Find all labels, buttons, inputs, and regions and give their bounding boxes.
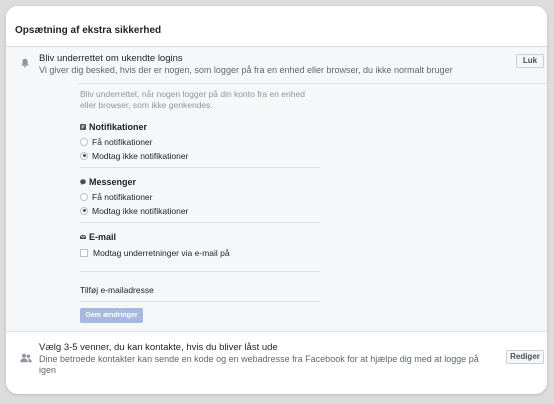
email-option[interactable]: Modtag underretninger via e-mail på: [80, 248, 230, 258]
messenger-option-on[interactable]: Få notifikationer: [80, 192, 152, 202]
messenger-icon: [80, 178, 86, 185]
settings-header: Opsætning af ekstra sikkerhed: [6, 6, 547, 47]
divider: [78, 83, 547, 84]
divider: [80, 167, 320, 168]
notifications-section-title: Notifikationer: [80, 122, 147, 132]
trusted-contacts-subtitle: Dine betroede kontakter kan sende en kod…: [39, 354, 479, 375]
save-changes-button[interactable]: Gem ændringer: [80, 308, 143, 323]
page-title: Opsætning af ekstra sikkerhed: [15, 25, 162, 36]
divider: [80, 271, 320, 272]
messenger-option-off[interactable]: Modtag ikke notifikationer: [80, 206, 188, 216]
option-label: Modtag ikke notifikationer: [92, 151, 189, 161]
messenger-label: Messenger: [89, 177, 137, 187]
divider: [80, 301, 320, 302]
login-alerts-subtitle: Vi giver dig besked, hvis der er nogen, …: [39, 65, 453, 75]
notifications-label: Notifikationer: [89, 122, 148, 132]
email-label: E-mail: [89, 232, 117, 242]
option-label: Modtag underretninger via e-mail på: [93, 248, 230, 258]
notifications-option-on[interactable]: Få notifikationer: [80, 137, 152, 147]
option-label: Modtag ikke notifikationer: [92, 206, 189, 216]
option-label: Få notifikationer: [92, 137, 153, 147]
messenger-section-title: Messenger: [80, 177, 136, 187]
email-icon: [80, 234, 86, 239]
option-label: Få notifikationer: [92, 192, 153, 202]
trusted-contacts-title: Vælg 3-5 venner, du kan kontakte, hvis d…: [39, 342, 278, 353]
login-alerts-title: Bliv underrettet om ukendte logins: [39, 53, 183, 64]
close-button[interactable]: Luk: [516, 54, 544, 68]
email-section-title: E-mail: [80, 232, 116, 242]
radio-button[interactable]: [80, 192, 88, 201]
radio-button-selected[interactable]: [80, 151, 88, 160]
security-settings-card: Opsætning af ekstra sikkerhed Bliv under…: [6, 6, 547, 394]
notification-icon: [80, 123, 86, 130]
friends-icon: [20, 353, 32, 363]
add-email-link[interactable]: Tilføj e-mailadresse: [80, 285, 154, 295]
bell-icon: [21, 58, 29, 68]
edit-button[interactable]: Rediger: [506, 350, 544, 364]
divider: [80, 222, 320, 223]
email-checkbox[interactable]: [80, 248, 88, 257]
radio-button[interactable]: [80, 137, 88, 146]
login-alerts-description: Bliv underrettet, når nogen logger på di…: [80, 89, 305, 110]
radio-button-selected[interactable]: [80, 206, 88, 215]
notifications-option-off[interactable]: Modtag ikke notifikationer: [80, 151, 188, 161]
